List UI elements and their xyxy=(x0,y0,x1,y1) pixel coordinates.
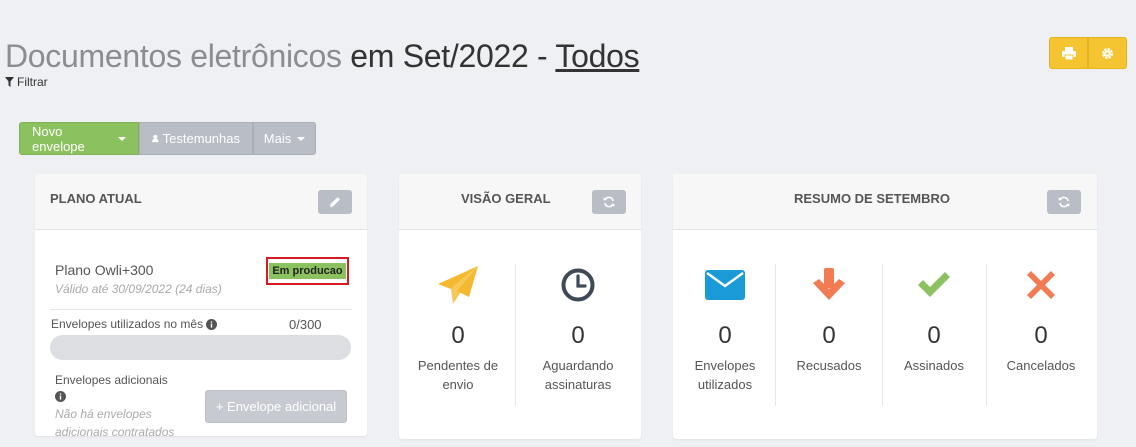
refresh-icon xyxy=(1058,196,1070,208)
divider xyxy=(986,264,987,406)
pencil-icon xyxy=(330,197,340,207)
stat-label: Recusados xyxy=(796,358,862,373)
print-icon xyxy=(1061,46,1076,60)
awaiting-signatures-stat[interactable]: 0 Aguardando assinaturas xyxy=(526,264,630,394)
usage-count: 0/300 xyxy=(289,317,322,332)
close-icon xyxy=(1027,271,1055,299)
witnesses-label: Testemunhas xyxy=(162,131,240,146)
info-icon[interactable] xyxy=(206,318,218,330)
cancelled-stat[interactable]: 0 Cancelados xyxy=(989,264,1093,375)
gear-icon xyxy=(1102,47,1113,59)
title-period: em Set/2022 - xyxy=(350,38,548,74)
additional-none-text: Não há envelopes adicionais contratados xyxy=(55,407,175,436)
refresh-button[interactable] xyxy=(1047,190,1081,214)
stat-label: Cancelados xyxy=(1006,358,1076,373)
arrow-down-icon xyxy=(813,268,845,300)
divider xyxy=(50,309,352,310)
print-button[interactable] xyxy=(1049,37,1088,69)
additional-label: Envelopes adicionais xyxy=(55,373,168,387)
card-title: RESUMO DE SETEMBRO xyxy=(794,191,951,206)
top-actions xyxy=(1049,37,1127,69)
paper-plane-icon xyxy=(438,266,478,304)
caret-down-icon xyxy=(297,136,306,141)
new-envelope-label: Novo envelope xyxy=(32,123,85,154)
card-title: VISÃO GERAL xyxy=(461,191,551,206)
september-summary-card: RESUMO DE SETEMBRO 0 Envelopes utilizado… xyxy=(673,174,1097,439)
signed-stat[interactable]: 0 Assinados xyxy=(882,264,986,375)
stat-value: 0 xyxy=(718,322,732,349)
status-badge: Em producao xyxy=(266,257,349,285)
current-plan-card: PLANO ATUAL Plano Owli+300 Válido até 30… xyxy=(35,174,367,436)
card-header: VISÃO GERAL xyxy=(399,174,641,230)
clock-icon xyxy=(561,268,595,302)
filter-toggle[interactable]: Filtrar xyxy=(5,75,48,89)
user-icon xyxy=(152,134,159,143)
card-header: RESUMO DE SETEMBRO xyxy=(673,174,1097,230)
stat-label: Assinados xyxy=(904,358,964,373)
plan-name: Plano Owli+300 xyxy=(55,262,154,278)
settings-button[interactable] xyxy=(1088,37,1127,69)
envelope-toolbar: Novo envelope Testemunhas Mais xyxy=(19,122,316,155)
more-button[interactable]: Mais xyxy=(253,122,316,155)
stat-label: Pendentes de envio xyxy=(417,358,499,392)
usage-label-text: Envelopes utilizados no mês xyxy=(51,317,204,331)
refused-stat[interactable]: 0 Recusados xyxy=(777,264,881,375)
refresh-button[interactable] xyxy=(592,190,626,214)
stat-label: Envelopes utilizados xyxy=(694,358,756,392)
more-label: Mais xyxy=(263,131,292,146)
add-envelope-button[interactable]: + Envelope adicional xyxy=(205,390,347,423)
overview-card: VISÃO GERAL 0 Pendentes de envio 0 Aguar… xyxy=(399,174,641,439)
stat-value: 0 xyxy=(822,322,836,349)
caret-down-icon xyxy=(118,136,126,141)
envelope-icon xyxy=(705,270,745,300)
usage-progress-bar xyxy=(50,335,351,360)
title-primary: Documentos eletrônicos xyxy=(5,38,342,74)
new-envelope-button[interactable]: Novo envelope xyxy=(19,122,139,155)
witnesses-button[interactable]: Testemunhas xyxy=(139,122,253,155)
card-header: PLANO ATUAL xyxy=(35,174,367,230)
stat-value: 0 xyxy=(571,322,585,349)
check-icon xyxy=(918,272,950,297)
divider xyxy=(515,264,516,406)
filter-icon xyxy=(5,77,14,87)
status-badge-text: Em producao xyxy=(269,263,346,279)
plan-validity: Válido até 30/09/2022 (24 dias) xyxy=(55,282,222,296)
divider xyxy=(775,264,776,406)
page-title: Documentos eletrônicos em Set/2022 - Tod… xyxy=(5,38,640,75)
usage-label: Envelopes utilizados no mês xyxy=(51,317,218,331)
pending-send-stat[interactable]: 0 Pendentes de envio xyxy=(406,264,510,394)
card-title: PLANO ATUAL xyxy=(50,191,142,206)
edit-plan-button[interactable] xyxy=(318,190,352,214)
stat-value: 0 xyxy=(451,322,465,349)
refresh-icon xyxy=(603,196,615,208)
filter-label: Filtrar xyxy=(17,75,48,89)
stat-value: 0 xyxy=(1034,322,1048,349)
title-filter-link[interactable]: Todos xyxy=(555,38,639,74)
stat-label: Aguardando assinaturas xyxy=(542,358,614,392)
used-envelopes-stat[interactable]: 0 Envelopes utilizados xyxy=(673,264,777,394)
stat-value: 0 xyxy=(927,322,941,349)
